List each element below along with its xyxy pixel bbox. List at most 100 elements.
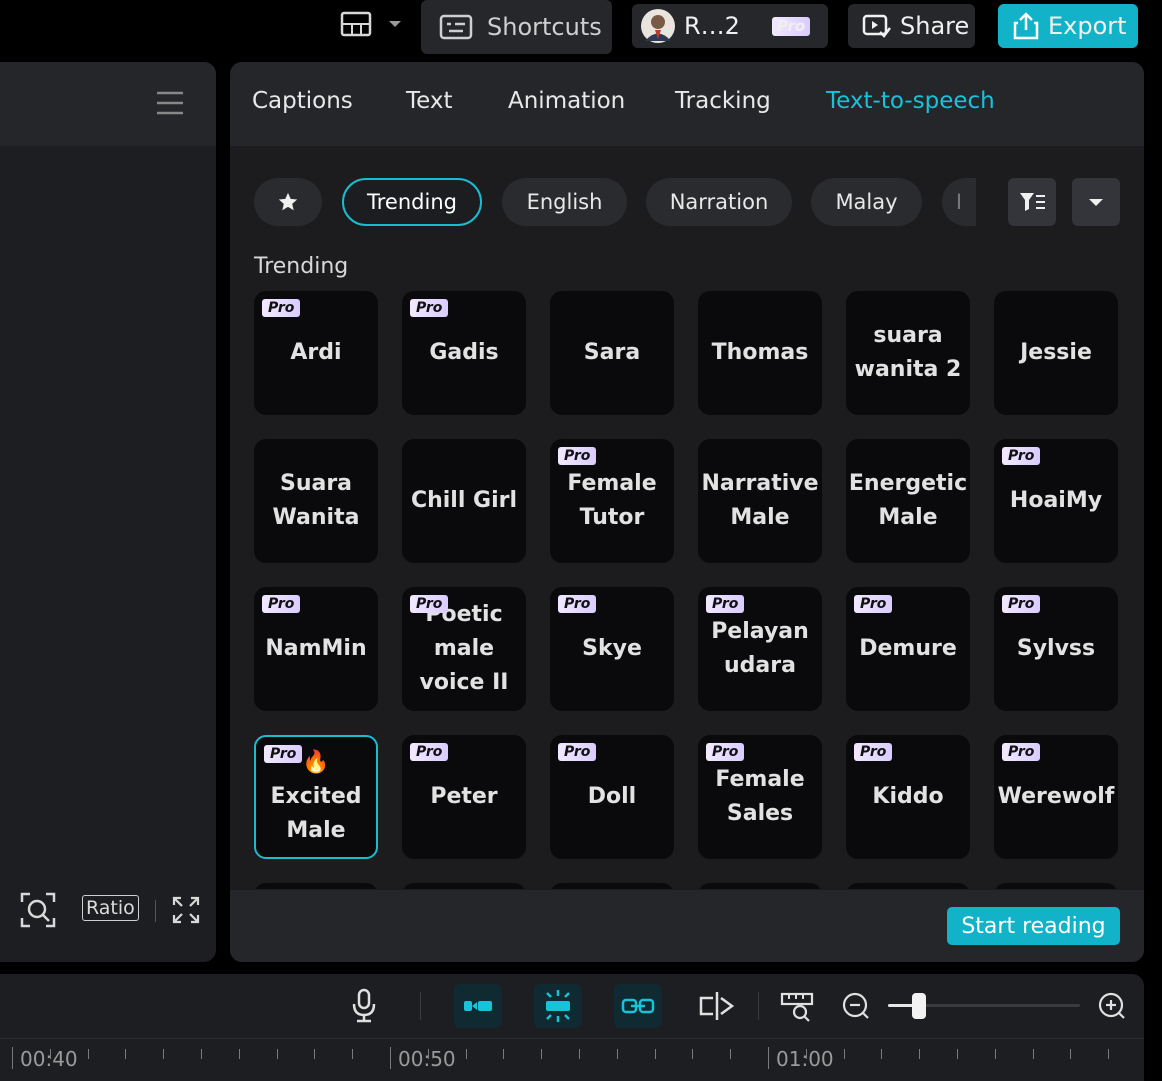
voice-card[interactable]: Sara [550,291,674,415]
filter-chip-narration[interactable]: Narration [646,178,792,226]
voice-card[interactable]: Pro Poetic male voice II [402,587,526,711]
ruler-tick [957,1049,958,1059]
voice-card[interactable]: Thomas [698,291,822,415]
voice-card[interactable]: Pro Ardi [254,291,378,415]
zoom-out-icon [842,992,870,1020]
ruler-major-tick [12,1047,13,1069]
voice-card[interactable]: Narrative Male [698,439,822,563]
filter-button[interactable] [1008,178,1056,226]
zoom-in-icon [1098,992,1126,1020]
voice-card[interactable]: Pro Skye [550,587,674,711]
voice-card[interactable] [994,883,1118,889]
voice-name: Poetic male voice II [419,602,509,695]
start-reading-button[interactable]: Start reading [947,907,1120,945]
auto-snap-button[interactable] [534,984,582,1028]
tab-captions[interactable]: Captions [252,88,353,114]
pro-badge: Pro [558,595,597,613]
divider [155,900,156,922]
shortcuts-button[interactable]: Shortcuts [421,0,612,54]
timeline-ruler[interactable]: 00:40 00:50 01:00 [0,1038,1144,1081]
voice-card[interactable]: Pro 🔥Excited Male [254,735,378,859]
ruler-time-label: 01:00 [776,1047,834,1071]
filter-chip-partial[interactable]: I [942,178,976,226]
favorites-chip[interactable] [254,178,322,226]
fullscreen-icon [172,896,200,924]
tabs-bar: Captions Text Animation Tracking Text-to… [230,62,1144,146]
filter-chip-trending[interactable]: Trending [342,178,482,226]
voice-card[interactable]: Energetic Male [846,439,970,563]
voice-card[interactable]: Pro Female Sales [698,735,822,859]
share-label: Share [900,12,970,40]
tab-tracking[interactable]: Tracking [675,88,771,114]
shortcuts-label: Shortcuts [487,13,602,41]
tab-text[interactable]: Text [406,88,453,114]
voice-card[interactable] [254,883,378,889]
voice-card[interactable]: Pro NamMin [254,587,378,711]
ruler-tick [1070,1049,1072,1059]
voice-card[interactable]: Pro Demure [846,587,970,711]
zoom-slider-handle[interactable] [912,993,926,1019]
voice-name: Peter [430,784,498,809]
export-button[interactable]: Export [998,4,1138,48]
export-label: Export [1048,12,1127,40]
voice-card[interactable]: Pro HoaiMy [994,439,1118,563]
voice-card[interactable]: Pro Kiddo [846,735,970,859]
zoom-out-button[interactable] [842,992,870,1020]
pro-badge: Pro [262,299,301,317]
voice-card[interactable]: Pro Female Tutor [550,439,674,563]
linkage-button[interactable] [614,984,662,1028]
pro-badge: Pro [1002,743,1041,761]
filter-chip-english[interactable]: English [502,178,627,226]
voice-name: Sylvss [1016,636,1096,661]
divider [758,992,759,1020]
voice-name: Chill Girl [410,488,518,513]
voice-card[interactable]: Pro Pelayan udara [698,587,822,711]
divider [420,992,421,1020]
ruler-tick [163,1049,165,1059]
split-button[interactable] [698,990,736,1022]
more-filters-button[interactable] [1072,178,1120,226]
voice-name: Sara [583,340,641,365]
voice-name: Werewolf [997,784,1115,809]
filter-chip-malay[interactable]: Malay [811,178,922,226]
voice-card[interactable] [402,883,526,889]
ruler-tick [692,1049,694,1059]
tab-animation[interactable]: Animation [508,88,625,114]
voice-card[interactable]: Pro Sylvss [994,587,1118,711]
menu-button[interactable] [156,90,184,116]
voice-card[interactable]: Jessie [994,291,1118,415]
fit-view-button[interactable] [20,892,56,928]
voice-card[interactable] [698,883,822,889]
zoom-in-button[interactable] [1098,992,1126,1020]
ruler-search-icon [780,990,816,1022]
voice-card[interactable]: Pro Gadis [402,291,526,415]
voice-card[interactable]: Suara Wanita [254,439,378,563]
voice-card[interactable]: Pro Doll [550,735,674,859]
layout-toggle[interactable] [340,10,402,38]
filter-icon [1018,190,1046,214]
voice-card[interactable]: Pro Werewolf [994,735,1118,859]
voice-card[interactable]: Chill Girl [402,439,526,563]
link-icon [620,996,656,1016]
pro-badge: Pro [264,745,303,763]
share-button[interactable]: Share [848,4,975,48]
voice-card[interactable] [550,883,674,889]
ratio-button[interactable]: Ratio [82,895,139,921]
pro-badge: Pro [410,299,449,317]
voice-card[interactable]: Pro Peter [402,735,526,859]
hamburger-icon [156,90,184,116]
record-button[interactable] [350,988,378,1024]
main-track-magnet-button[interactable] [454,984,502,1028]
tab-text-to-speech[interactable]: Text-to-speech [826,88,995,114]
voice-card[interactable]: suara wanita 2 [846,291,970,415]
pro-badge: Pro [558,447,597,465]
ruler-time-label: 00:40 [20,1047,78,1071]
fullscreen-button[interactable] [172,896,200,924]
voice-card[interactable] [846,883,970,889]
voice-name: HoaiMy [1009,488,1103,513]
ruler-tick [843,1049,845,1059]
preview-axis-button[interactable] [780,990,816,1022]
account-button[interactable]: R…2 Pro [632,4,828,48]
voice-name: NamMin [265,636,367,661]
share-icon [862,12,892,40]
